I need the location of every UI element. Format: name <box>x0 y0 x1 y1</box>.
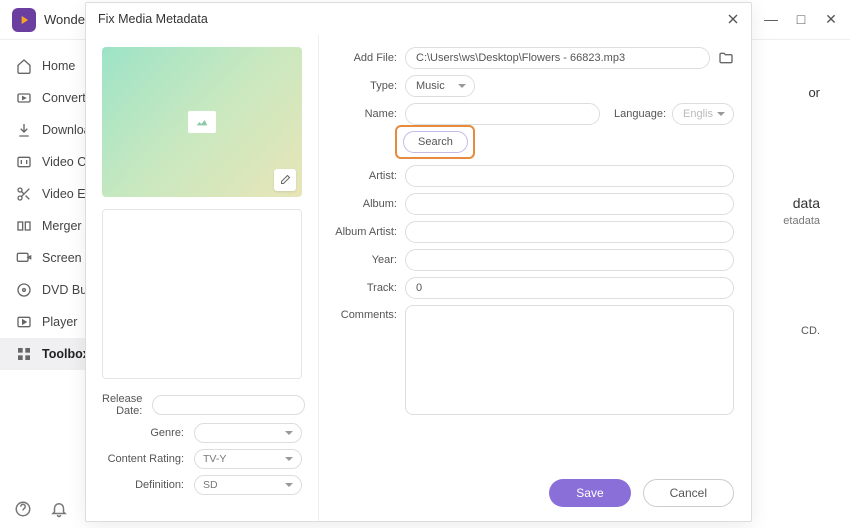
player-icon <box>16 314 32 330</box>
download-icon <box>16 122 32 138</box>
contentrating-select[interactable]: TV-Y <box>194 449 302 469</box>
type-select[interactable]: Music <box>405 75 475 97</box>
album-input[interactable] <box>405 193 734 215</box>
image-placeholder-icon <box>188 111 216 133</box>
modal-title: Fix Media Metadata <box>98 12 208 26</box>
recorder-icon <box>16 250 32 266</box>
sidebar-item-label: Home <box>42 59 75 73</box>
genre-select[interactable] <box>194 423 302 443</box>
metadata-modal: Fix Media Metadata Release Date: Genre: <box>85 2 752 522</box>
track-label: Track: <box>327 282 405 294</box>
close-window-button[interactable]: ✕ <box>820 8 842 30</box>
definition-select[interactable]: SD <box>194 475 302 495</box>
albumartist-label: Album Artist: <box>327 226 405 238</box>
type-label: Type: <box>327 80 405 92</box>
year-input[interactable] <box>405 249 734 271</box>
main-window: Wonder — □ ✕ Home Converter Downloader V… <box>0 0 850 528</box>
albumartist-input[interactable] <box>405 221 734 243</box>
save-button[interactable]: Save <box>549 479 630 507</box>
bg-text-4: CD. <box>801 325 820 337</box>
addfile-label: Add File: <box>327 52 405 64</box>
results-box <box>102 209 302 379</box>
artist-label: Artist: <box>327 170 405 182</box>
name-input[interactable] <box>405 103 600 125</box>
minimize-button[interactable]: — <box>760 8 782 30</box>
releasedate-label: Release Date: <box>102 393 152 417</box>
app-logo <box>12 8 36 32</box>
search-button[interactable]: Search <box>403 131 468 153</box>
sidebar-item-label: Toolbox <box>42 347 90 361</box>
bell-icon[interactable] <box>50 500 68 518</box>
language-select[interactable]: English <box>672 103 734 125</box>
converter-icon <box>16 90 32 106</box>
track-input[interactable] <box>405 277 734 299</box>
genre-label: Genre: <box>102 427 194 439</box>
comments-textarea[interactable] <box>405 305 734 415</box>
modal-titlebar: Fix Media Metadata <box>86 3 751 35</box>
toolbox-icon <box>16 346 32 362</box>
addfile-input[interactable] <box>405 47 710 69</box>
help-icon[interactable] <box>14 500 32 518</box>
edit-artwork-button[interactable] <box>274 169 296 191</box>
pencil-icon <box>279 174 291 186</box>
play-icon <box>17 13 31 27</box>
scissors-icon <box>16 186 32 202</box>
sidebar-item-label: Merger <box>42 219 82 233</box>
right-panel: Add File: Type:Music Name: Language: Engli… <box>319 35 752 521</box>
releasedate-input[interactable] <box>152 395 305 415</box>
name-label: Name: <box>327 108 405 120</box>
artist-input[interactable] <box>405 165 734 187</box>
compressor-icon <box>16 154 32 170</box>
cancel-button[interactable]: Cancel <box>643 479 734 507</box>
album-label: Album: <box>327 198 405 210</box>
bg-text-1: or <box>808 85 820 100</box>
maximize-button[interactable]: □ <box>790 8 812 30</box>
definition-label: Definition: <box>102 479 194 491</box>
comments-label: Comments: <box>327 305 405 321</box>
contentrating-label: Content Rating: <box>102 453 194 465</box>
year-label: Year: <box>327 254 405 266</box>
bg-text-2: data <box>793 195 820 211</box>
home-icon <box>16 58 32 74</box>
app-title: Wonder <box>44 12 89 27</box>
bg-text-3: etadata <box>783 215 820 227</box>
sidebar-item-label: Player <box>42 315 77 329</box>
artwork-thumbnail <box>102 47 302 197</box>
close-icon[interactable] <box>725 11 741 27</box>
disc-icon <box>16 282 32 298</box>
merger-icon <box>16 218 32 234</box>
folder-icon[interactable] <box>718 50 734 66</box>
left-panel: Release Date: Genre: Content Rating:TV-Y… <box>86 35 319 521</box>
language-label: Language: <box>614 108 666 120</box>
